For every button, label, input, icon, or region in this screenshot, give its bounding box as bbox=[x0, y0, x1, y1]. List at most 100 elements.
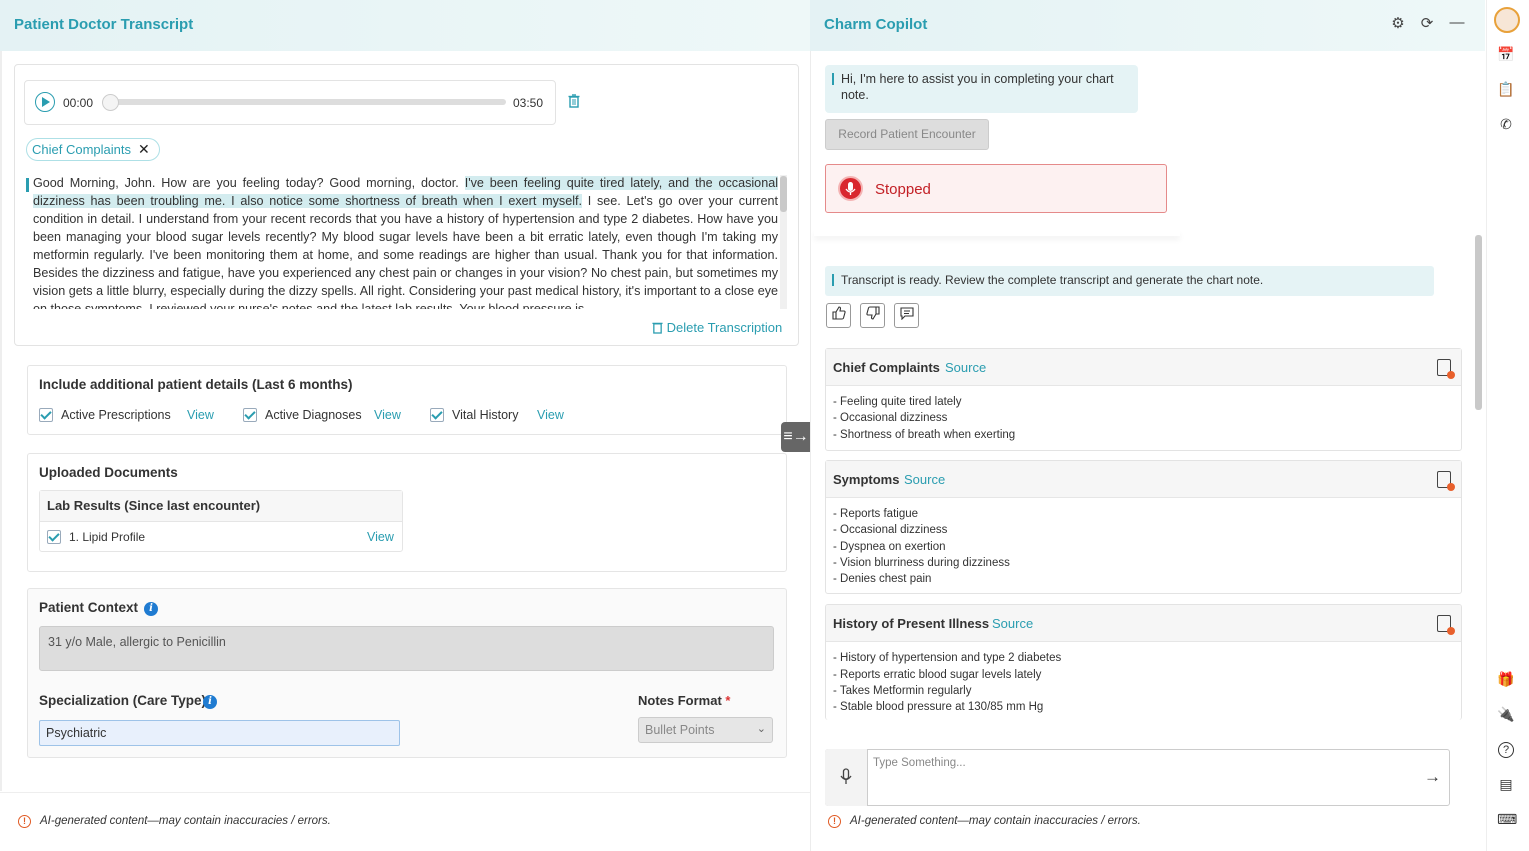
warning-icon: ! bbox=[18, 815, 31, 828]
transcript-part: Good Morning, John. How are you feeling … bbox=[33, 176, 465, 190]
notes-format-select[interactable]: Bullet Points ⌄ bbox=[638, 717, 773, 743]
plug-icon[interactable]: 🔌 bbox=[1497, 705, 1515, 723]
vital-history-view-link[interactable]: View bbox=[537, 408, 564, 422]
gift-icon[interactable]: 🎁 bbox=[1497, 670, 1515, 688]
clipboard-icon[interactable] bbox=[1437, 359, 1455, 379]
uploaded-documents-title: Uploaded Documents bbox=[39, 465, 178, 480]
lab-results-title: Lab Results (Since last encounter) bbox=[47, 498, 261, 513]
thumbs-up-icon[interactable] bbox=[826, 303, 851, 328]
transcript-title: Patient Doctor Transcript bbox=[14, 16, 194, 33]
card-title: History of Present Illness bbox=[833, 616, 990, 631]
send-icon[interactable]: → bbox=[1424, 767, 1441, 787]
clipboard-icon[interactable]: 📋 bbox=[1497, 80, 1515, 98]
keyboard-icon[interactable]: ⌨ bbox=[1497, 810, 1517, 828]
list-item: - Feeling quite tired lately bbox=[833, 396, 962, 408]
thumbs-up-glyph bbox=[831, 306, 846, 320]
copilot-scrollbar[interactable] bbox=[1475, 235, 1482, 410]
minimize-icon[interactable]: — bbox=[1449, 15, 1465, 31]
specialization-label: Specialization (Care Type) bbox=[39, 693, 207, 708]
close-icon[interactable]: ✕ bbox=[138, 141, 150, 158]
mic-icon bbox=[840, 768, 852, 784]
help-icon[interactable]: ? bbox=[1498, 742, 1514, 758]
chat-input-placeholder: Type Something... bbox=[873, 757, 966, 769]
specialization-input[interactable]: Psychiatric bbox=[39, 720, 400, 746]
vital-history-checkbox[interactable] bbox=[430, 408, 444, 422]
left-edge bbox=[0, 51, 2, 791]
delete-transcription-label: Delete Transcription bbox=[666, 320, 783, 335]
play-icon[interactable] bbox=[35, 92, 55, 112]
phone-icon[interactable]: ✆ bbox=[1497, 115, 1515, 133]
list-item: - History of hypertension and type 2 dia… bbox=[833, 652, 1062, 664]
trash-icon[interactable] bbox=[568, 94, 580, 108]
warning-icon: ! bbox=[828, 815, 841, 828]
audio-seek-handle[interactable] bbox=[102, 94, 119, 111]
thumbs-down-glyph bbox=[865, 306, 880, 320]
additional-details-title: Include additional patient details (Last… bbox=[39, 377, 353, 392]
card-title: Chief Complaints bbox=[833, 360, 940, 375]
patient-context-textarea[interactable]: 31 y/o Male, allergic to Penicillin bbox=[39, 626, 774, 671]
refresh-icon[interactable]: ⟳ bbox=[1419, 16, 1435, 32]
lipid-profile-checkbox[interactable] bbox=[47, 530, 61, 544]
source-link[interactable]: Source bbox=[904, 472, 945, 487]
list-item: - Reports erratic blood sugar levels lat… bbox=[833, 669, 1042, 681]
lipid-profile-label: 1. Lipid Profile bbox=[69, 530, 146, 544]
comment-icon[interactable] bbox=[894, 303, 919, 328]
app-root: Patient Doctor Transcript 00:00 03:50 Ch… bbox=[0, 0, 1529, 851]
copilot-title: Charm Copilot bbox=[824, 16, 928, 33]
info-icon[interactable]: i bbox=[144, 602, 158, 616]
gear-icon[interactable]: ⚙ bbox=[1390, 16, 1406, 32]
notes-format-text: Notes Format bbox=[638, 693, 722, 708]
list-item: - Reports fatigue bbox=[833, 508, 919, 520]
chip-label: Chief Complaints bbox=[32, 142, 131, 157]
message-marker bbox=[832, 274, 834, 286]
card-title: Symptoms bbox=[833, 472, 900, 487]
active-prescriptions-label: Active Prescriptions bbox=[61, 408, 171, 422]
thumbs-down-icon[interactable] bbox=[860, 303, 885, 328]
comment-glyph bbox=[899, 307, 914, 321]
chief-complaints-card: Chief Complaints Source - Feeling quite … bbox=[825, 348, 1462, 451]
audio-duration: 03:50 bbox=[513, 96, 544, 110]
avatar[interactable] bbox=[1494, 7, 1520, 33]
vital-history-label: Vital History bbox=[452, 408, 519, 422]
list-item: - Occasional dizziness bbox=[833, 412, 948, 424]
divider-shadow bbox=[814, 230, 1180, 236]
patient-context-label: Patient Context bbox=[39, 600, 139, 615]
transcript-marker bbox=[26, 178, 29, 192]
mic-icon[interactable] bbox=[838, 176, 863, 201]
notes-format-label: Notes Format * bbox=[638, 693, 730, 708]
collapse-panel-icon[interactable]: ≡→ bbox=[781, 422, 811, 452]
record-encounter-button[interactable]: Record Patient Encounter bbox=[825, 119, 989, 150]
clipboard-icon[interactable] bbox=[1437, 615, 1455, 635]
transcript-header: Patient Doctor Transcript bbox=[0, 0, 810, 51]
chevron-down-icon: ⌄ bbox=[756, 723, 766, 735]
list-item: - Shortness of breath when exerting bbox=[833, 429, 1016, 441]
audio-seek-track[interactable] bbox=[108, 99, 506, 105]
mic-button[interactable] bbox=[825, 749, 868, 806]
lipid-profile-view-link[interactable]: View bbox=[367, 530, 394, 544]
transcript-part: I see. Let's go over your current condit… bbox=[33, 194, 778, 309]
hpi-card: History of Present Illness Source - Hist… bbox=[825, 604, 1462, 720]
clipboard-icon[interactable] bbox=[1437, 471, 1455, 491]
active-prescriptions-view-link[interactable]: View bbox=[187, 408, 214, 422]
mic-glyph bbox=[845, 182, 856, 195]
required-marker: * bbox=[725, 693, 731, 708]
additional-details-section bbox=[27, 365, 787, 435]
symptoms-card: Symptoms Source - Reports fatigue - Occa… bbox=[825, 460, 1462, 594]
transcript-text: Good Morning, John. How are you feeling … bbox=[33, 174, 778, 309]
source-link[interactable]: Source bbox=[945, 360, 986, 375]
delete-transcription-link[interactable]: Delete Transcription bbox=[652, 320, 782, 335]
active-diagnoses-checkbox[interactable] bbox=[243, 408, 257, 422]
list-item: - Takes Metformin regularly bbox=[833, 685, 972, 697]
layout-icon[interactable]: ▤ bbox=[1497, 775, 1515, 793]
source-link[interactable]: Source bbox=[992, 616, 1033, 631]
info-icon[interactable]: i bbox=[203, 695, 217, 709]
transcript-ready-message: Transcript is ready. Review the complete… bbox=[825, 266, 1434, 296]
active-diagnoses-view-link[interactable]: View bbox=[374, 408, 401, 422]
notes-format-value: Bullet Points bbox=[645, 723, 715, 737]
active-prescriptions-checkbox[interactable] bbox=[39, 408, 53, 422]
ai-disclaimer: AI-generated content—may contain inaccur… bbox=[40, 815, 331, 827]
list-item: - Dyspnea on exertion bbox=[833, 541, 946, 553]
list-item: - Vision blurriness during dizziness bbox=[833, 557, 1010, 569]
transcript-scroll-thumb[interactable] bbox=[780, 176, 787, 212]
calendar-icon[interactable]: 📅 bbox=[1497, 45, 1515, 63]
